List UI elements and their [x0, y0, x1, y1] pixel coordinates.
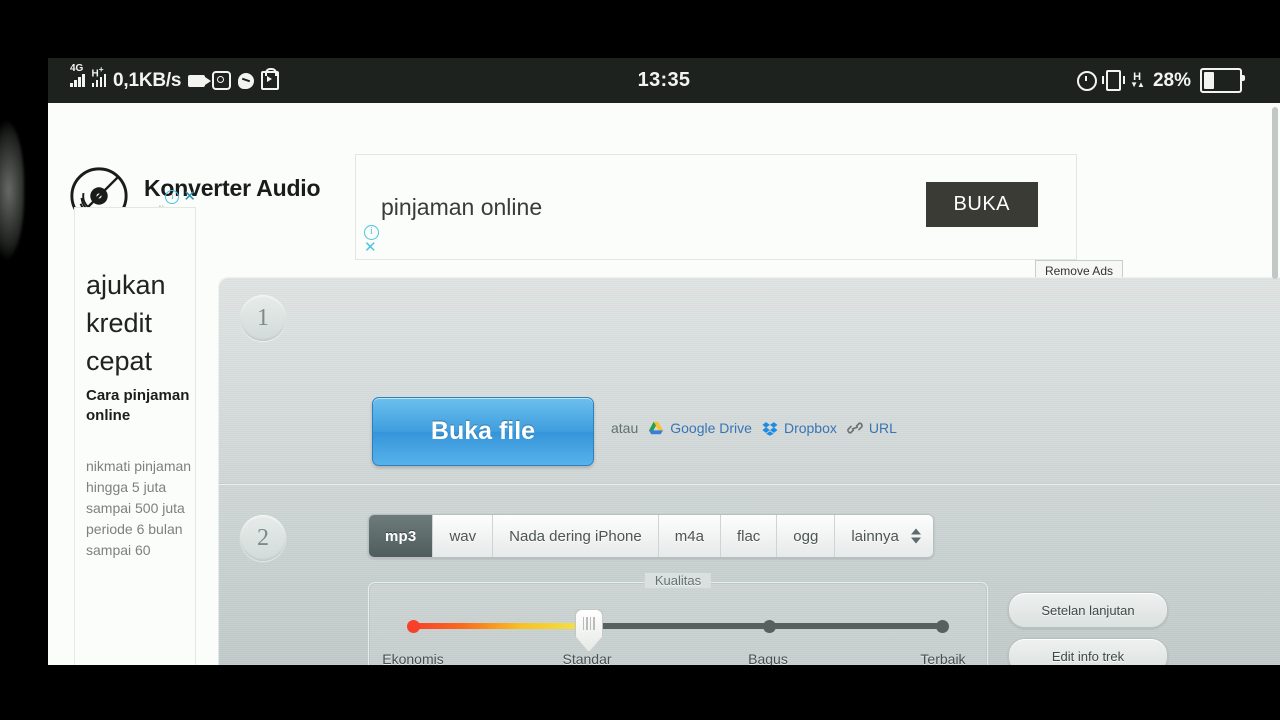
- advanced-settings-button[interactable]: Setelan lanjutan: [1008, 592, 1168, 628]
- top-ad-text: pinjaman online: [381, 193, 543, 220]
- quality-label-1: Standar 128 kbps: [562, 651, 611, 665]
- quality-stop-2[interactable]: [762, 619, 776, 633]
- quality-label-3: Terbaik 320 kbps: [920, 651, 965, 665]
- android-status-bar: 4G H+ 0,1KB/s 13:35 H ▼▲ 28%: [48, 58, 1280, 103]
- ad-close-icon[interactable]: ✕: [364, 240, 379, 255]
- page-scrollbar-thumb[interactable]: [1272, 107, 1278, 279]
- format-tab-wav[interactable]: wav: [433, 515, 494, 557]
- alternate-sources-row: atau Google Drive Dropbox URL: [611, 420, 897, 436]
- sidebar-ad-body: nikmati pinjaman hingga 5 juta sampai 50…: [86, 458, 192, 558]
- dropbox-label: Dropbox: [783, 420, 837, 436]
- quality-label-2: Bagus 192 kbps: [744, 651, 793, 665]
- battery-icon: [1200, 68, 1245, 93]
- quality-fieldset: Kualitas Ekonomis 64 kbps: [368, 573, 988, 665]
- ad-info-icon[interactable]: i: [364, 225, 379, 240]
- dropbox-icon: [762, 421, 778, 436]
- quality-stop-0[interactable]: [407, 619, 420, 633]
- lens-smudge-artifact: [0, 120, 24, 260]
- sidebar-ad-marks: i ✕: [165, 189, 196, 204]
- chevron-updown-icon[interactable]: [910, 528, 921, 544]
- page-scrollbar[interactable]: [1270, 103, 1280, 665]
- or-label: atau: [611, 420, 639, 436]
- url-label: URL: [868, 420, 897, 436]
- vibrate-icon: [1102, 70, 1126, 91]
- google-drive-label: Google Drive: [670, 420, 752, 436]
- step-2-badge: 2: [240, 515, 286, 561]
- step-divider: [218, 483, 1280, 485]
- alarm-icon: [1077, 70, 1098, 91]
- top-ad-marks: i ✕: [364, 225, 379, 255]
- dropbox-link[interactable]: Dropbox: [762, 420, 837, 436]
- open-file-button[interactable]: Buka file: [372, 397, 594, 466]
- sidebar-ad-subhead: Cara pinjaman online: [86, 387, 190, 424]
- converter-panel: 1 Buka file atau Google Drive Dropbox UR…: [218, 277, 1280, 665]
- format-tab-bar: mp3 wav Nada dering iPhone m4a flac ogg …: [368, 514, 934, 558]
- screen: 4G H+ 0,1KB/s 13:35 H ▼▲ 28% Konverter A…: [0, 0, 1280, 720]
- format-tab-mp3[interactable]: mp3: [369, 515, 434, 557]
- quality-slider-fill: [413, 623, 588, 629]
- quality-label-0: Ekonomis 64 kbps: [382, 651, 443, 665]
- quality-name-0: Ekonomis: [382, 651, 444, 665]
- step-1-badge: 1: [240, 295, 286, 341]
- format-tab-more[interactable]: lainnya: [835, 515, 933, 557]
- format-tab-flac[interactable]: flac: [721, 515, 778, 557]
- quality-name-2: Bagus: [748, 651, 788, 665]
- quality-slider-handle[interactable]: [574, 609, 603, 652]
- google-drive-icon: [649, 421, 664, 435]
- quality-legend: Kualitas: [644, 573, 712, 588]
- quality-slider-track[interactable]: [407, 609, 949, 652]
- quality-name-3: Terbaik: [920, 651, 966, 665]
- link-icon: [847, 422, 863, 434]
- sidebar-ad[interactable]: i ✕ ajukan kredit cepat Cara pinjaman on…: [74, 189, 196, 665]
- google-drive-link[interactable]: Google Drive: [648, 420, 752, 436]
- quality-stop-3[interactable]: [936, 619, 949, 633]
- sidebar-ad-headline: ajukan kredit cepat: [86, 270, 166, 376]
- format-tab-ogg[interactable]: ogg: [777, 515, 836, 557]
- browser-viewport: Konverter Audio online pinjaman online B…: [48, 103, 1280, 665]
- top-ad-banner[interactable]: pinjaman online BUKA i ✕: [355, 154, 1077, 260]
- format-tab-iphone-ringtone[interactable]: Nada dering iPhone: [493, 515, 659, 557]
- sidebar-ad-close-icon[interactable]: ✕: [183, 189, 196, 204]
- format-tab-m4a[interactable]: m4a: [659, 515, 721, 557]
- url-link[interactable]: URL: [847, 420, 897, 436]
- panel-side-buttons: Setelan lanjutan Edit info trek: [1008, 592, 1168, 665]
- format-tab-more-label: lainnya: [851, 527, 899, 545]
- quality-name-1: Standar: [562, 651, 612, 665]
- sidebar-ad-info-icon[interactable]: i: [165, 190, 180, 204]
- top-ad-open-button[interactable]: BUKA: [925, 182, 1038, 227]
- site-header: Konverter Audio online pinjaman online B…: [48, 103, 1280, 282]
- edit-track-info-button[interactable]: Edit info trek: [1008, 638, 1168, 665]
